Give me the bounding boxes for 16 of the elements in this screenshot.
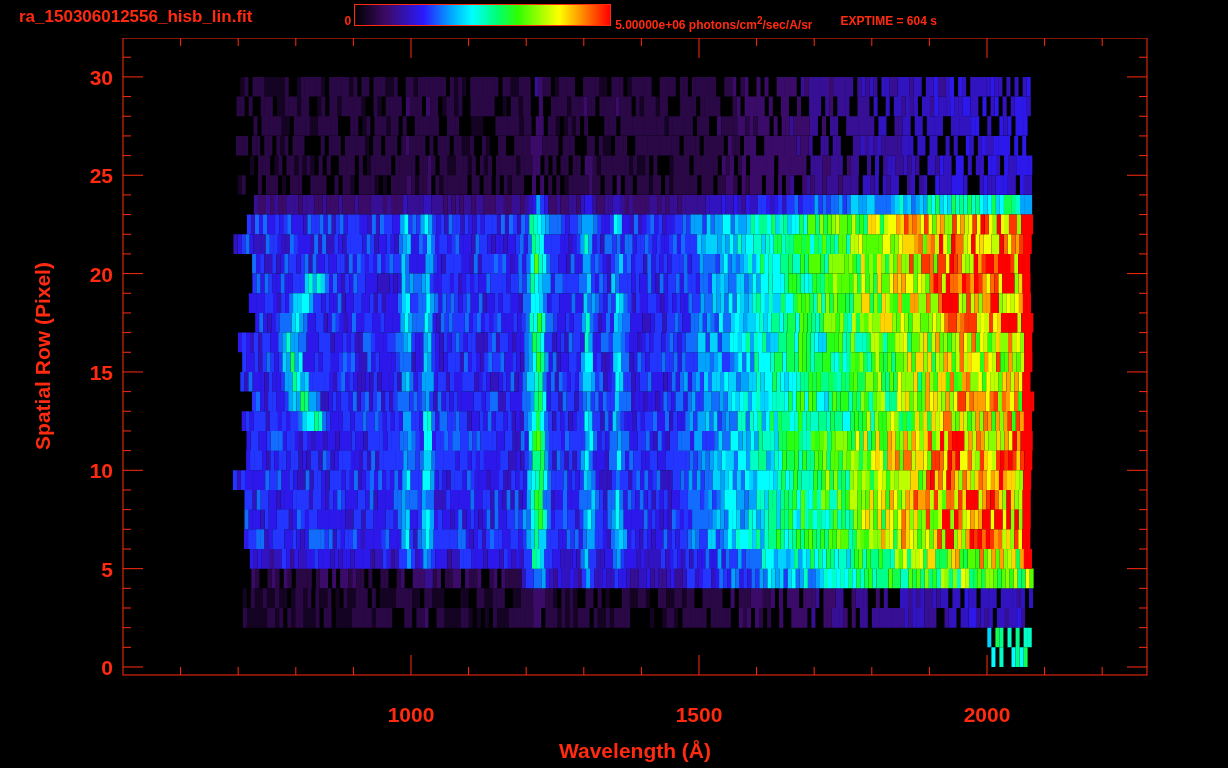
- y-tick-label: 0: [101, 656, 113, 679]
- y-tick-label: 25: [89, 164, 113, 188]
- x-tick-label: 1000: [387, 703, 435, 726]
- y-axis-title: Spatial Row (Pixel): [31, 262, 54, 450]
- y-tick-label: 15: [89, 360, 113, 384]
- y-tick-label: 30: [89, 65, 113, 89]
- colorbar-min-label: 0: [344, 14, 352, 28]
- y-tick-label: 20: [89, 262, 113, 286]
- x-tick-label: 2000: [963, 703, 1011, 726]
- exposure-time-label: EXPTIME = 604 s: [840, 14, 937, 28]
- y-tick-label: 5: [101, 557, 113, 581]
- colorbar-max-label: 5.00000e+06 photons/cm$^{2}$/sec/A/sr: [615, 14, 813, 32]
- y-tick-label: 10: [89, 459, 113, 483]
- x-tick-label: 1500: [675, 703, 723, 726]
- file-name-title: ra_150306012556_hisb_lin.fit: [19, 7, 253, 27]
- x-axis-title: Wavelength (Å): [558, 739, 712, 762]
